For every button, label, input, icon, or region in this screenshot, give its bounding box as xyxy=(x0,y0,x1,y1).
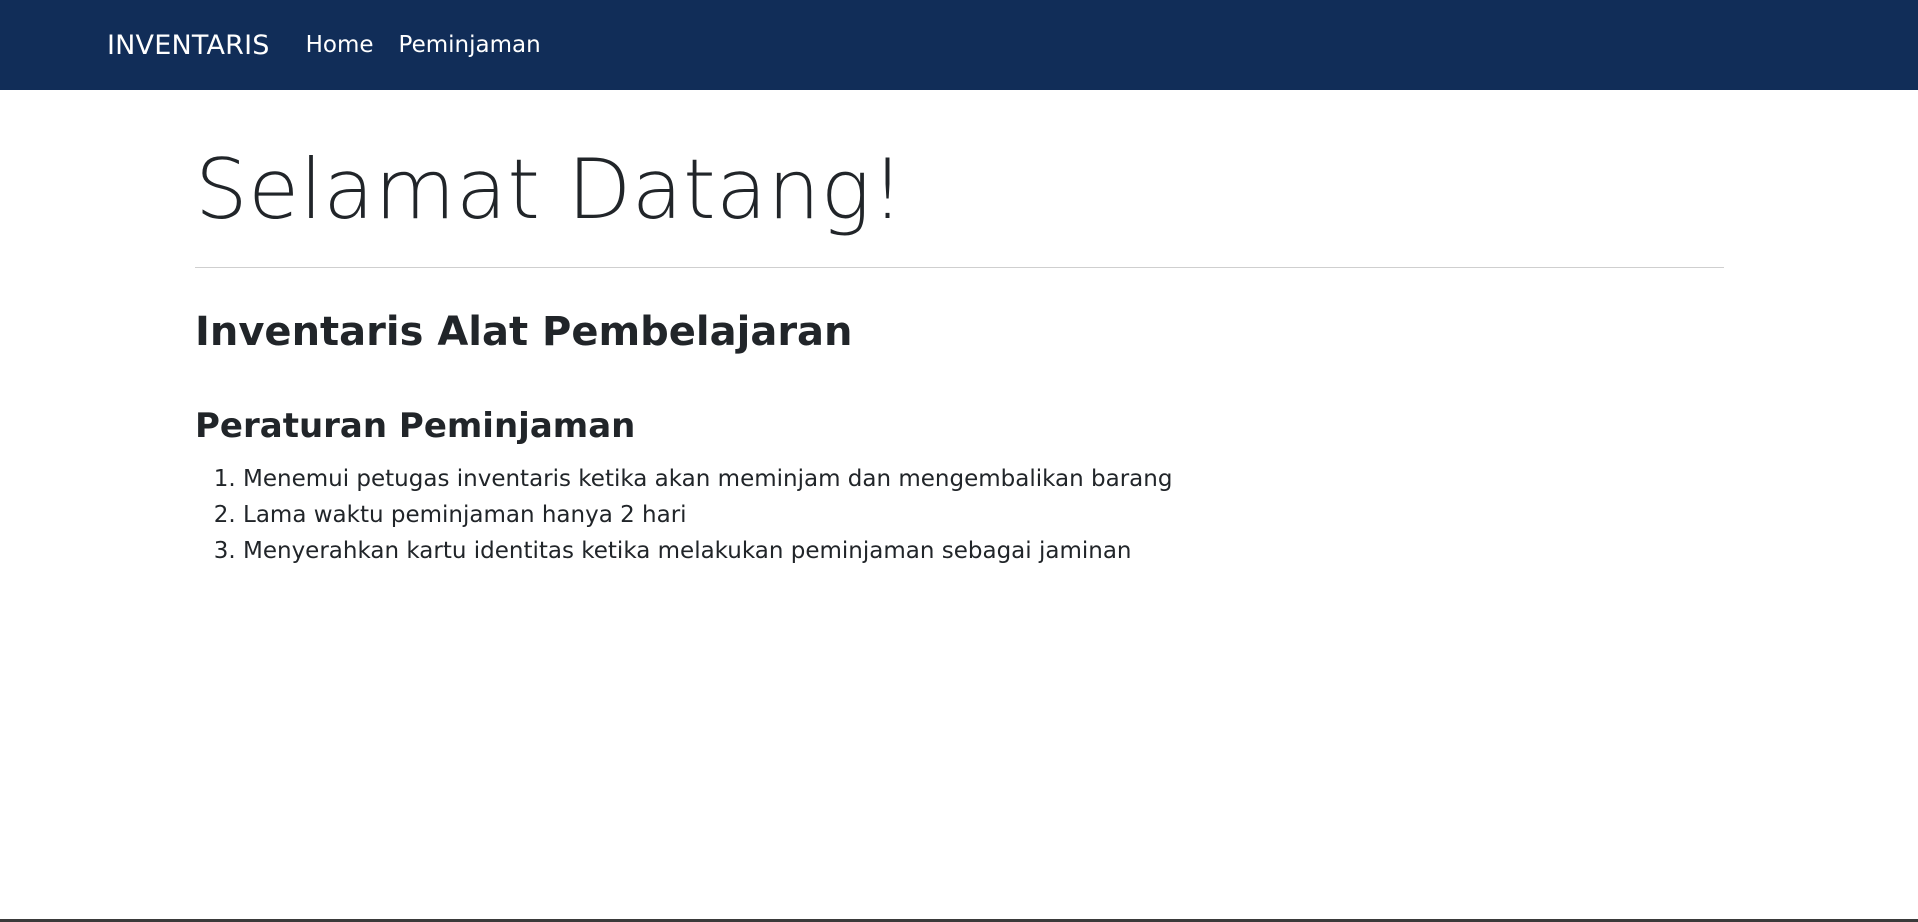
page-subtitle: Inventaris Alat Pembelajaran xyxy=(195,309,853,356)
list-item: Lama waktu peminjaman hanya 2 hari xyxy=(243,497,1724,533)
brand-link[interactable]: INVENTARIS xyxy=(107,30,270,61)
nav-link-peminjaman[interactable]: Peminjaman xyxy=(399,32,541,58)
main-content: Selamat Datang! Inventaris Alat Pembelaj… xyxy=(0,142,1918,569)
rules-title: Peraturan Peminjaman xyxy=(195,406,636,447)
list-item: Menemui petugas inventaris ketika akan m… xyxy=(243,461,1724,497)
top-navbar: INVENTARIS Home Peminjaman xyxy=(0,0,1918,90)
list-item: Menyerahkan kartu identitas ketika melak… xyxy=(243,533,1724,569)
rules-list: Menemui petugas inventaris ketika akan m… xyxy=(195,461,1724,569)
divider xyxy=(195,267,1724,269)
page-title: Selamat Datang! xyxy=(195,141,905,238)
nav-link-home[interactable]: Home xyxy=(306,32,374,58)
